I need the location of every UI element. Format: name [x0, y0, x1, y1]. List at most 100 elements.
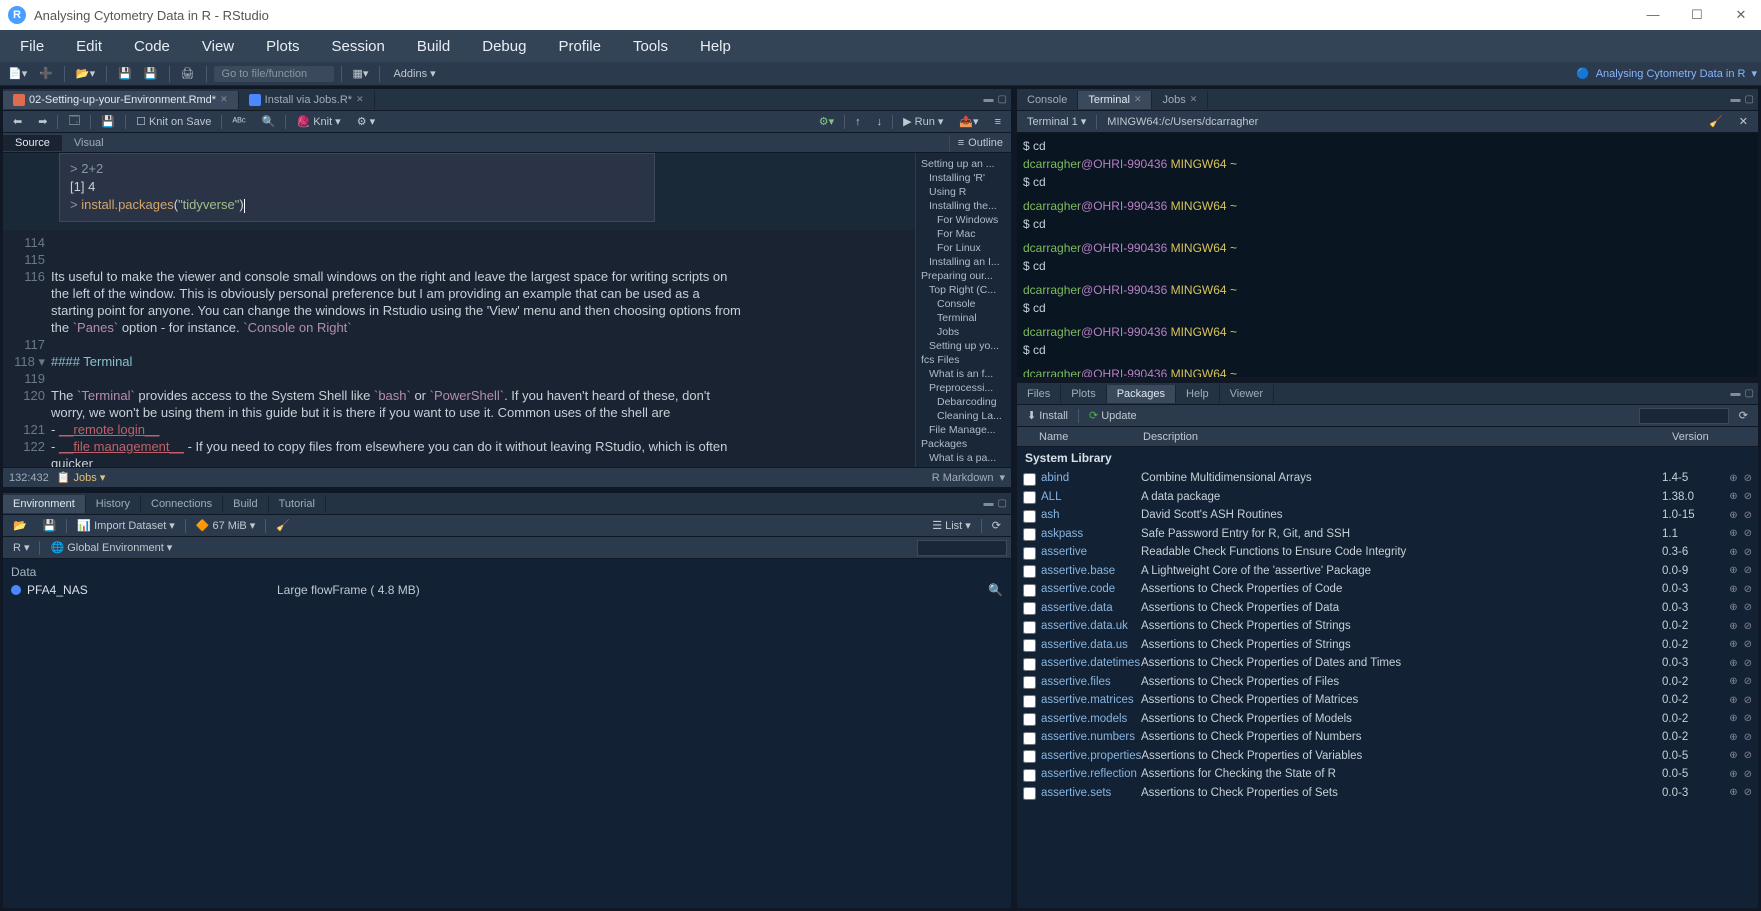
outline-item[interactable]: Installing the...	[919, 199, 1008, 213]
remove-icon[interactable]: ⊘	[1744, 787, 1752, 798]
menu-build[interactable]: Build	[403, 34, 464, 59]
forward-button[interactable]: ➡	[32, 113, 53, 130]
package-row[interactable]: assertive.filesAssertions to Check Prope…	[1017, 673, 1758, 692]
go-down-button[interactable]: ↓	[871, 114, 889, 130]
outline-item[interactable]: Top Right (C...	[919, 283, 1008, 297]
back-button[interactable]: ⬅	[7, 113, 28, 130]
package-checkbox[interactable]	[1023, 584, 1036, 597]
find-button[interactable]: 🔍	[256, 113, 282, 130]
tab-terminal[interactable]: Terminal ✕	[1078, 91, 1152, 109]
outline-item[interactable]: Packages	[919, 437, 1008, 451]
grid-button[interactable]: ▦▾	[349, 65, 373, 82]
web-icon[interactable]: ⊕	[1729, 547, 1737, 558]
source-mode-tab[interactable]: Source	[3, 135, 62, 151]
close-button[interactable]: ✕	[1729, 7, 1753, 23]
show-in-new-window-button[interactable]: 🗔	[62, 110, 86, 133]
package-checkbox[interactable]	[1023, 602, 1036, 615]
publish-button[interactable]: 📤▾	[953, 113, 984, 130]
outline-item[interactable]: What is an f...	[919, 367, 1008, 381]
menu-file[interactable]: File	[6, 34, 58, 59]
spellcheck-button[interactable]: ᴬᴮᶜ	[226, 114, 251, 130]
tab-build[interactable]: Build	[223, 495, 268, 513]
install-packages-button[interactable]: ⬇ Install	[1021, 407, 1074, 424]
tab-files[interactable]: Files	[1017, 385, 1061, 403]
outline-item[interactable]: Jobs	[919, 325, 1008, 339]
package-row[interactable]: assertive.data.usAssertions to Check Pro…	[1017, 636, 1758, 655]
package-name[interactable]: assertive.base	[1037, 565, 1141, 577]
outline-item[interactable]: Using R	[919, 185, 1008, 199]
knit-on-save-checkbox[interactable]: ☐ Knit on Save	[130, 113, 217, 130]
web-icon[interactable]: ⊕	[1729, 565, 1737, 576]
outline-button[interactable]: ≡ Outline	[949, 135, 1011, 151]
tab-environment[interactable]: Environment	[3, 495, 86, 513]
remove-icon[interactable]: ⊘	[1744, 491, 1752, 502]
menu-view[interactable]: View	[188, 34, 248, 59]
package-name[interactable]: abind	[1037, 472, 1141, 484]
outline-item[interactable]: Setting up yo...	[919, 339, 1008, 353]
package-name[interactable]: assertive.data.uk	[1037, 620, 1141, 632]
print-button[interactable]: 🖨	[177, 65, 199, 82]
gear-button[interactable]: ⚙ ▾	[351, 113, 381, 130]
minimize-pane-icon[interactable]: ▬	[1731, 388, 1741, 399]
document-type[interactable]: R Markdown	[932, 472, 994, 484]
refresh-env-button[interactable]: ⟳	[986, 517, 1007, 534]
maximize-pane-icon[interactable]: ▢	[1745, 94, 1754, 105]
minimize-pane-icon[interactable]: ▬	[984, 94, 994, 105]
outline-item[interactable]: Preprocessi...	[919, 381, 1008, 395]
package-name[interactable]: assertive.sets	[1037, 787, 1141, 799]
menu-session[interactable]: Session	[318, 34, 399, 59]
remove-icon[interactable]: ⊘	[1744, 695, 1752, 706]
minimize-button[interactable]: —	[1641, 7, 1665, 23]
package-row[interactable]: askpassSafe Password Entry for R, Git, a…	[1017, 525, 1758, 544]
package-row[interactable]: assertive.reflectionAssertions for Check…	[1017, 765, 1758, 784]
package-name[interactable]: assertive.data	[1037, 602, 1141, 614]
list-view-button[interactable]: ☰ List ▾	[926, 517, 977, 534]
package-checkbox[interactable]	[1023, 528, 1036, 541]
package-row[interactable]: assertiveReadable Check Functions to Ens…	[1017, 543, 1758, 562]
remove-icon[interactable]: ⊘	[1744, 658, 1752, 669]
code-content[interactable]: Its useful to make the viewer and consol…	[51, 234, 915, 463]
env-object-row[interactable]: PFA4_NAS Large flowFrame ( 4.8 MB) 🔍	[11, 581, 1003, 599]
package-checkbox[interactable]	[1023, 695, 1036, 708]
package-row[interactable]: assertive.dataAssertions to Check Proper…	[1017, 599, 1758, 618]
remove-icon[interactable]: ⊘	[1744, 528, 1752, 539]
run-button[interactable]: ▶ Run ▾	[897, 113, 949, 130]
tab-packages[interactable]: Packages	[1107, 385, 1176, 403]
outline-item[interactable]: Preparing our...	[919, 269, 1008, 283]
tab-viewer[interactable]: Viewer	[1220, 385, 1274, 403]
maximize-pane-icon[interactable]: ▢	[1745, 388, 1754, 399]
project-dropdown-icon[interactable]: ▾	[1751, 67, 1757, 80]
addins-dropdown[interactable]: Addins ▾	[387, 65, 441, 82]
web-icon[interactable]: ⊕	[1729, 528, 1737, 539]
remove-icon[interactable]: ⊘	[1744, 621, 1752, 632]
package-name[interactable]: assertive.properties	[1037, 750, 1141, 762]
save-source-button[interactable]: 💾	[95, 113, 121, 130]
remove-icon[interactable]: ⊘	[1744, 602, 1752, 613]
package-row[interactable]: assertive.baseA Lightweight Core of the …	[1017, 562, 1758, 581]
clear-workspace-button[interactable]: 🧹	[270, 517, 296, 534]
outline-item[interactable]: Cleaning La...	[919, 409, 1008, 423]
package-checkbox[interactable]	[1023, 713, 1036, 726]
goto-file-input[interactable]: Go to file/function	[214, 66, 334, 82]
menu-tools[interactable]: Tools	[619, 34, 682, 59]
package-name[interactable]: assertive.numbers	[1037, 731, 1141, 743]
outline-item[interactable]: What forms ...	[919, 465, 1008, 467]
remove-icon[interactable]: ⊘	[1744, 676, 1752, 687]
web-icon[interactable]: ⊕	[1729, 695, 1737, 706]
package-checkbox[interactable]	[1023, 473, 1036, 486]
env-search-input[interactable]	[917, 540, 1007, 556]
global-env-dropdown[interactable]: 🌐 Global Environment ▾	[44, 539, 178, 556]
visual-mode-tab[interactable]: Visual	[62, 135, 116, 151]
package-name[interactable]: ALL	[1037, 491, 1141, 503]
outline-item[interactable]: Terminal	[919, 311, 1008, 325]
package-name[interactable]: assertive.matrices	[1037, 694, 1141, 706]
packages-search-input[interactable]	[1639, 408, 1729, 424]
package-row[interactable]: assertive.modelsAssertions to Check Prop…	[1017, 710, 1758, 729]
package-name[interactable]: assertive.files	[1037, 676, 1141, 688]
package-checkbox[interactable]	[1023, 565, 1036, 578]
memory-usage[interactable]: 🔶 67 MiB ▾	[190, 517, 261, 534]
outline-toggle-button[interactable]: ≡	[989, 114, 1007, 130]
packages-list[interactable]: System Library abindCombine Multidimensi…	[1017, 447, 1758, 908]
package-row[interactable]: ALLA data package1.38.0⊕⊘	[1017, 488, 1758, 507]
outline-item[interactable]: Debarcoding	[919, 395, 1008, 409]
